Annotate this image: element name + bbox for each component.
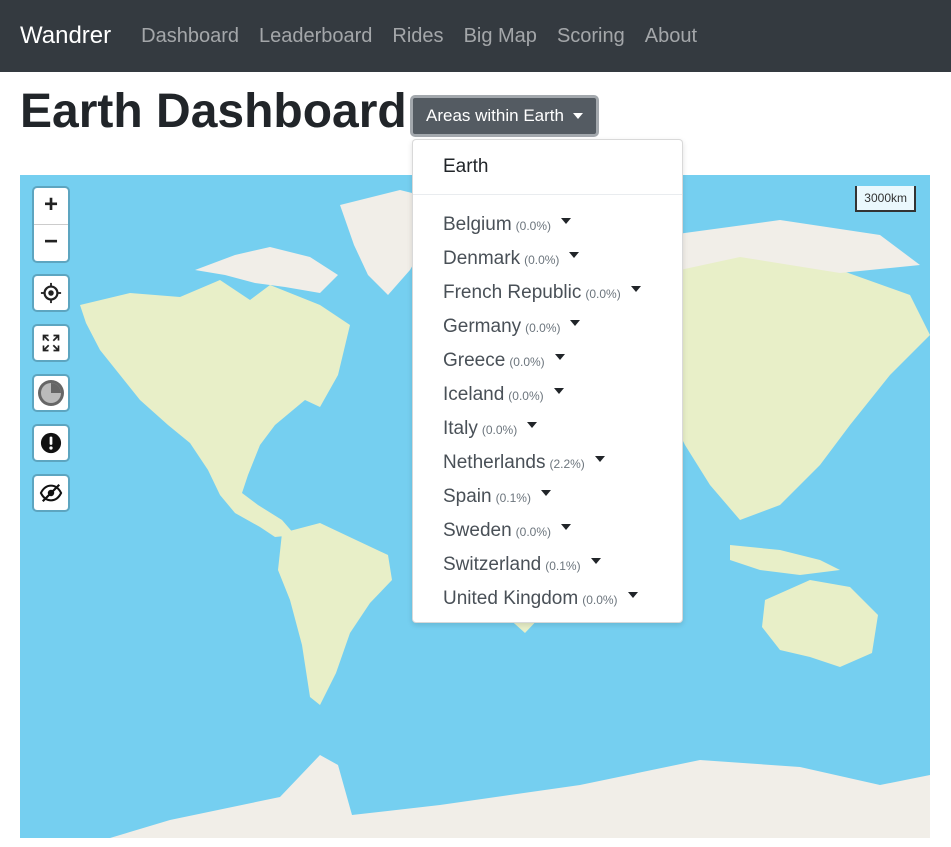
area-name: Iceland	[443, 384, 505, 405]
area-name: Germany	[443, 316, 522, 337]
brand-link[interactable]: Wandrer	[20, 22, 111, 50]
area-name: Switzerland	[443, 554, 542, 575]
zoom-control: + −	[32, 186, 70, 263]
caret-down-icon[interactable]	[561, 523, 572, 530]
zoom-in-button[interactable]: +	[34, 188, 68, 224]
hide-button[interactable]	[32, 474, 70, 512]
dropdown-item-netherlands[interactable]: Netherlands (2.2%)	[443, 448, 641, 482]
areas-dropdown-label: Areas within Earth	[426, 106, 564, 125]
area-name: Spain	[443, 486, 492, 507]
dropdown-list: Belgium (0.0%) Denmark (0.0%) French Repub…	[443, 210, 641, 618]
timeline-button[interactable]	[32, 374, 70, 412]
caret-down-icon[interactable]	[627, 591, 638, 598]
scale-bar: 3000km	[855, 186, 916, 212]
nav-scoring[interactable]: Scoring	[557, 25, 625, 48]
nav-leaderboard[interactable]: Leaderboard	[259, 25, 372, 48]
caret-down-icon[interactable]	[594, 455, 605, 462]
area-percent: (0.1%)	[545, 559, 581, 573]
caret-down-icon[interactable]	[561, 217, 571, 224]
area-percent: (0.0%)	[515, 219, 551, 233]
caret-down-icon[interactable]	[540, 489, 551, 496]
zoom-out-button[interactable]: −	[34, 224, 68, 261]
locate-button[interactable]	[32, 274, 70, 312]
caret-down-icon[interactable]	[527, 421, 538, 428]
dropdown-item-italy[interactable]: Italy (0.0%)	[443, 414, 641, 448]
fullscreen-icon	[42, 334, 60, 352]
caret-down-icon[interactable]	[590, 557, 601, 564]
area-percent: (0.1%)	[495, 491, 531, 505]
clock-icon	[38, 380, 64, 406]
dropdown-item-spain[interactable]: Spain (0.1%)	[443, 482, 641, 516]
caret-down-icon[interactable]	[569, 251, 580, 258]
area-percent: (0.0%)	[585, 287, 621, 301]
eye-slash-icon	[39, 483, 63, 503]
alert-icon	[40, 432, 62, 454]
dropdown-item-earth[interactable]: Earth	[443, 156, 488, 178]
caret-down-icon[interactable]	[570, 319, 581, 326]
area-percent: (0.0%)	[508, 389, 544, 403]
dropdown-item-iceland[interactable]: Iceland (0.0%)	[443, 380, 641, 414]
nav-big-map[interactable]: Big Map	[464, 25, 537, 48]
caret-down-icon	[572, 113, 583, 119]
area-name: Sweden	[443, 520, 512, 541]
fullscreen-button[interactable]	[32, 324, 70, 362]
caret-down-icon[interactable]	[554, 353, 565, 360]
area-percent: (0.0%)	[509, 355, 545, 369]
area-percent: (0.0%)	[481, 423, 518, 437]
nav-rides[interactable]: Rides	[392, 25, 443, 48]
area-name: United Kingdom	[443, 588, 579, 609]
nav-about[interactable]: About	[645, 25, 697, 48]
page-title: Earth Dashboard	[20, 85, 407, 138]
area-name: Greece	[443, 350, 506, 371]
area-percent: (0.0%)	[524, 253, 560, 267]
dropdown-item-belgium[interactable]: Belgium (0.0%)	[443, 210, 641, 244]
dropdown-item-denmark[interactable]: Denmark (0.0%)	[443, 244, 641, 278]
area-percent: (0.0%)	[582, 593, 618, 607]
area-percent: (2.2%)	[549, 457, 585, 471]
caret-down-icon[interactable]	[630, 285, 641, 292]
area-name: Denmark	[443, 248, 521, 269]
locate-icon	[40, 282, 62, 304]
area-name: Netherlands	[443, 452, 546, 473]
dropdown-item-sweden[interactable]: Sweden (0.0%)	[443, 516, 641, 550]
area-name: Belgium	[443, 214, 512, 235]
dropdown-divider	[413, 194, 682, 195]
area-percent: (0.0%)	[515, 525, 552, 539]
areas-dropdown-button[interactable]: Areas within Earth	[410, 95, 599, 137]
dropdown-item-greece[interactable]: Greece (0.0%)	[443, 346, 641, 380]
dropdown-item-germany[interactable]: Germany (0.0%)	[443, 312, 641, 346]
nav-dashboard[interactable]: Dashboard	[141, 25, 239, 48]
area-percent: (0.0%)	[525, 321, 561, 335]
navbar: Wandrer Dashboard Leaderboard Rides Big …	[0, 0, 951, 72]
areas-dropdown-menu: Earth Belgium (0.0%) Denmark (0.0%) French…	[412, 139, 683, 623]
dropdown-item-switzerland[interactable]: Switzerland (0.1%)	[443, 550, 641, 584]
dropdown-item-french-republic[interactable]: French Republic (0.0%)	[443, 278, 641, 312]
alert-button[interactable]	[32, 424, 70, 462]
dropdown-item-united-kingdom[interactable]: United Kingdom (0.0%)	[443, 584, 641, 618]
area-name: French Republic	[443, 282, 582, 303]
caret-down-icon[interactable]	[553, 387, 564, 394]
area-name: Italy	[443, 418, 478, 439]
